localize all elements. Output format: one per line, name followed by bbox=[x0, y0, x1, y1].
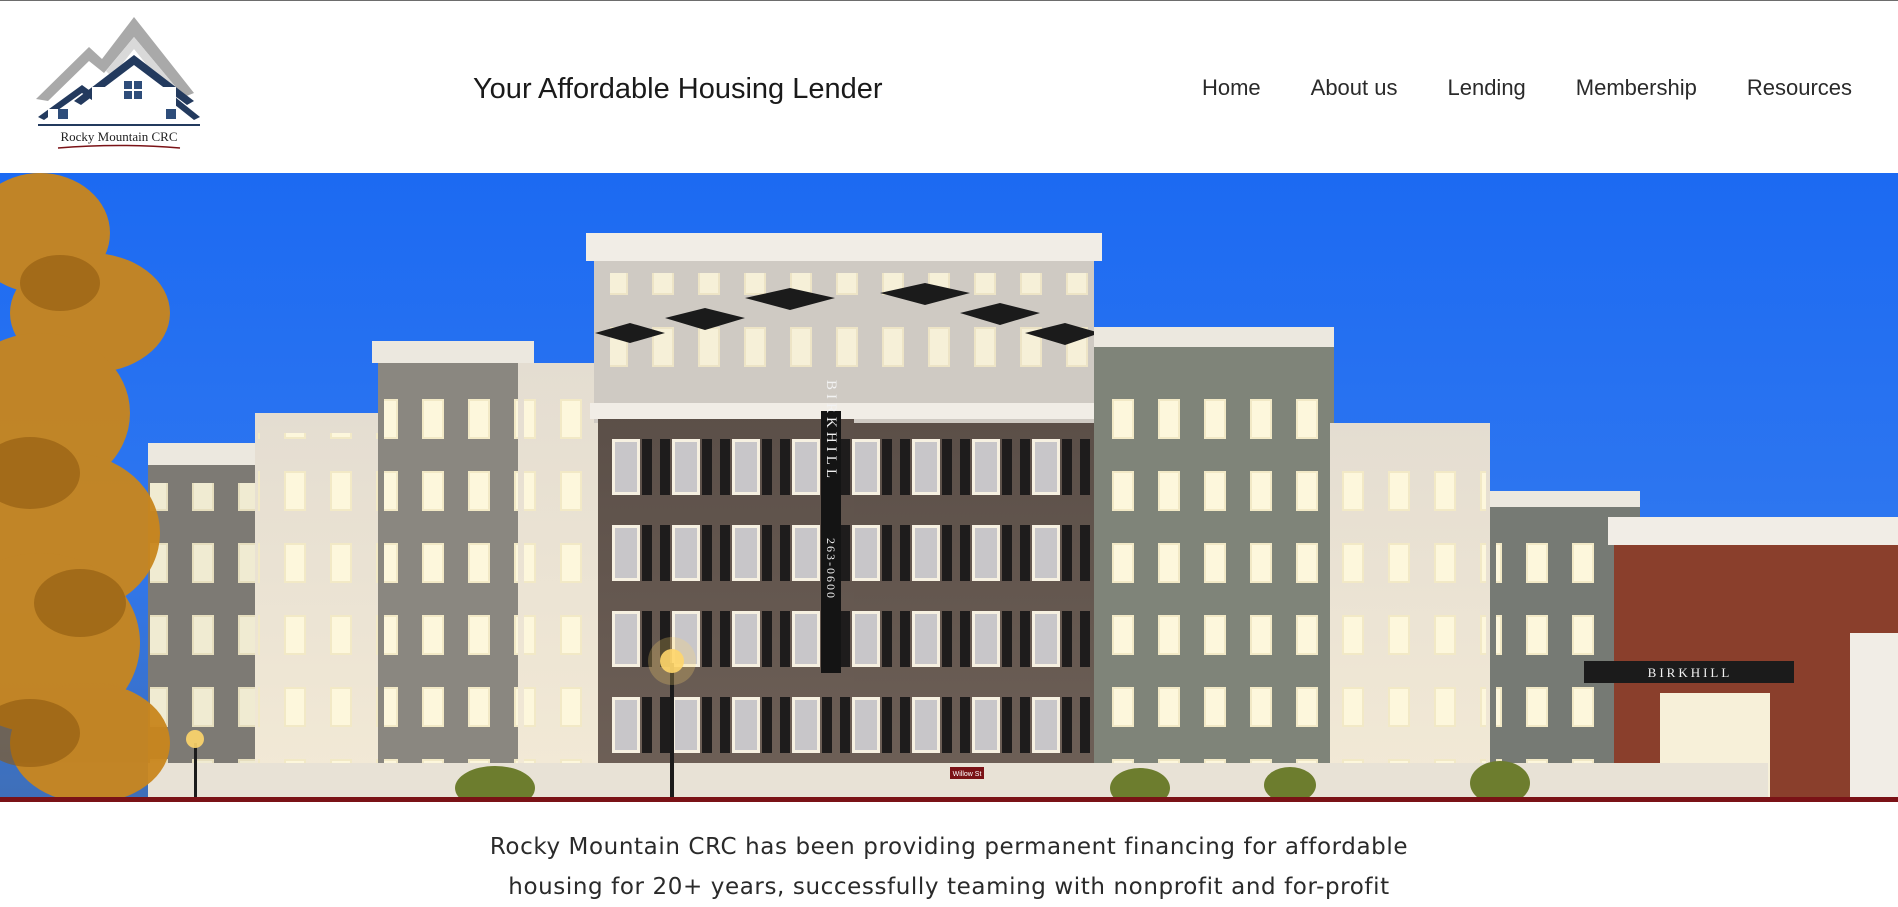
intro-line-2: housing for 20+ years, successfully team… bbox=[508, 874, 1390, 900]
building-number: 263-0600 bbox=[824, 538, 838, 600]
hero-image: BIRKHILL 263-0600 BIRKHILL Willow St bbox=[0, 173, 1898, 800]
site-tagline: Your Affordable Housing Lender bbox=[473, 73, 883, 105]
site-header: Rocky Mountain CRC Your Affordable Housi… bbox=[0, 1, 1898, 173]
storefront-sign: BIRKHILL bbox=[1648, 665, 1733, 680]
nav-lending[interactable]: Lending bbox=[1447, 73, 1525, 103]
logo-text: Rocky Mountain CRC bbox=[60, 129, 177, 144]
hero-accent-stripe bbox=[0, 797, 1898, 802]
building-sign-vertical: BIRKHILL bbox=[823, 380, 839, 482]
intro-line-1: Rocky Mountain CRC has been providing pe… bbox=[489, 834, 1409, 860]
intro-text: Rocky Mountain CRC has been providing pe… bbox=[440, 827, 1458, 907]
street-sign: Willow St bbox=[953, 771, 982, 778]
mountain-house-icon: Rocky Mountain CRC bbox=[36, 17, 200, 149]
main-navigation: Home About us Lending Membership Resourc… bbox=[1202, 73, 1852, 103]
nav-home[interactable]: Home bbox=[1202, 73, 1261, 103]
nav-about-us[interactable]: About us bbox=[1311, 73, 1398, 103]
nav-resources[interactable]: Resources bbox=[1747, 73, 1852, 103]
nav-membership[interactable]: Membership bbox=[1576, 73, 1697, 103]
hero-banner: BIRKHILL 263-0600 BIRKHILL Willow St bbox=[0, 173, 1898, 800]
site-logo[interactable]: Rocky Mountain CRC bbox=[34, 17, 204, 152]
